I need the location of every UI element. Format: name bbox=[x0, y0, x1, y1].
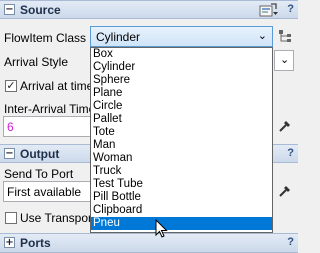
flowitem-class-label: FlowItem Class bbox=[4, 31, 87, 45]
flowitem-class-value: Cylinder bbox=[96, 30, 141, 44]
ports-section-header[interactable]: + Ports ? bbox=[0, 233, 298, 253]
arrival-style-label: Arrival Style bbox=[4, 55, 69, 69]
flowitem-class-dropdown-list[interactable]: Box Cylinder Sphere Plane Circle Pallet … bbox=[90, 47, 273, 233]
ports-help-icon[interactable]: ? bbox=[287, 236, 294, 248]
dropdown-option-pallet[interactable]: Pallet bbox=[91, 113, 272, 126]
source-section-header[interactable]: − Source ? bbox=[0, 0, 298, 19]
dropdown-option-truck[interactable]: Truck bbox=[91, 165, 272, 178]
dropdown-option-test-tube[interactable]: Test Tube bbox=[91, 178, 272, 191]
collapse-output-toggle[interactable]: − bbox=[4, 148, 15, 159]
tree-structure-icon[interactable] bbox=[278, 28, 294, 44]
use-transport-label: Use Transport bbox=[20, 211, 96, 225]
use-transport-checkbox[interactable] bbox=[5, 212, 17, 224]
mouse-cursor-icon bbox=[155, 219, 168, 238]
dropdown-option-tote[interactable]: Tote bbox=[91, 126, 272, 139]
flowitem-class-combobox[interactable]: Cylinder ⌄ bbox=[90, 26, 273, 47]
dropdown-option-pill-bottle[interactable]: Pill Bottle bbox=[91, 191, 272, 204]
output-section-title: Output bbox=[20, 147, 60, 161]
expand-ports-toggle[interactable]: + bbox=[4, 237, 15, 248]
dropdown-option-box[interactable]: Box bbox=[91, 48, 272, 61]
chevron-down-icon: ⌄ bbox=[257, 30, 267, 42]
source-section-title: Source bbox=[20, 3, 61, 17]
arrival-at-time-checkbox[interactable]: ✓ bbox=[5, 80, 17, 92]
inter-arrival-time-field[interactable]: 6 bbox=[3, 116, 93, 137]
send-to-port-value: First available bbox=[7, 185, 82, 199]
dropdown-option-sphere[interactable]: Sphere bbox=[91, 74, 272, 87]
arrival-at-time-label: Arrival at time bbox=[20, 79, 94, 93]
eyedropper-icon[interactable] bbox=[278, 119, 292, 133]
send-to-port-label: Send To Port bbox=[4, 167, 74, 181]
dropdown-option-clipboard[interactable]: Clipboard bbox=[91, 204, 272, 217]
dropdown-option-woman[interactable]: Woman bbox=[91, 152, 272, 165]
dropdown-option-cylinder[interactable]: Cylinder bbox=[91, 61, 272, 74]
chevron-down-icon: ⌄ bbox=[280, 54, 290, 66]
send-to-port-combobox[interactable]: First available bbox=[3, 181, 93, 202]
collapse-source-toggle[interactable]: − bbox=[4, 4, 15, 15]
dropdown-option-man[interactable]: Man bbox=[91, 139, 272, 152]
arrival-style-combobox[interactable]: ⌄ bbox=[274, 50, 294, 71]
source-help-icon[interactable]: ? bbox=[287, 3, 294, 15]
output-help-icon[interactable]: ? bbox=[287, 147, 294, 159]
ports-section-title: Ports bbox=[20, 236, 51, 250]
dropdown-option-circle[interactable]: Circle bbox=[91, 100, 272, 113]
inter-arrival-time-value: 6 bbox=[7, 120, 14, 134]
eyedropper-icon[interactable] bbox=[278, 184, 292, 198]
dropdown-option-plane[interactable]: Plane bbox=[91, 87, 272, 100]
inter-arrival-time-label: Inter-Arrival Time bbox=[4, 102, 96, 116]
dropdown-option-pneu[interactable]: Pneu bbox=[91, 217, 272, 230]
template-tool-icon[interactable] bbox=[259, 3, 279, 18]
